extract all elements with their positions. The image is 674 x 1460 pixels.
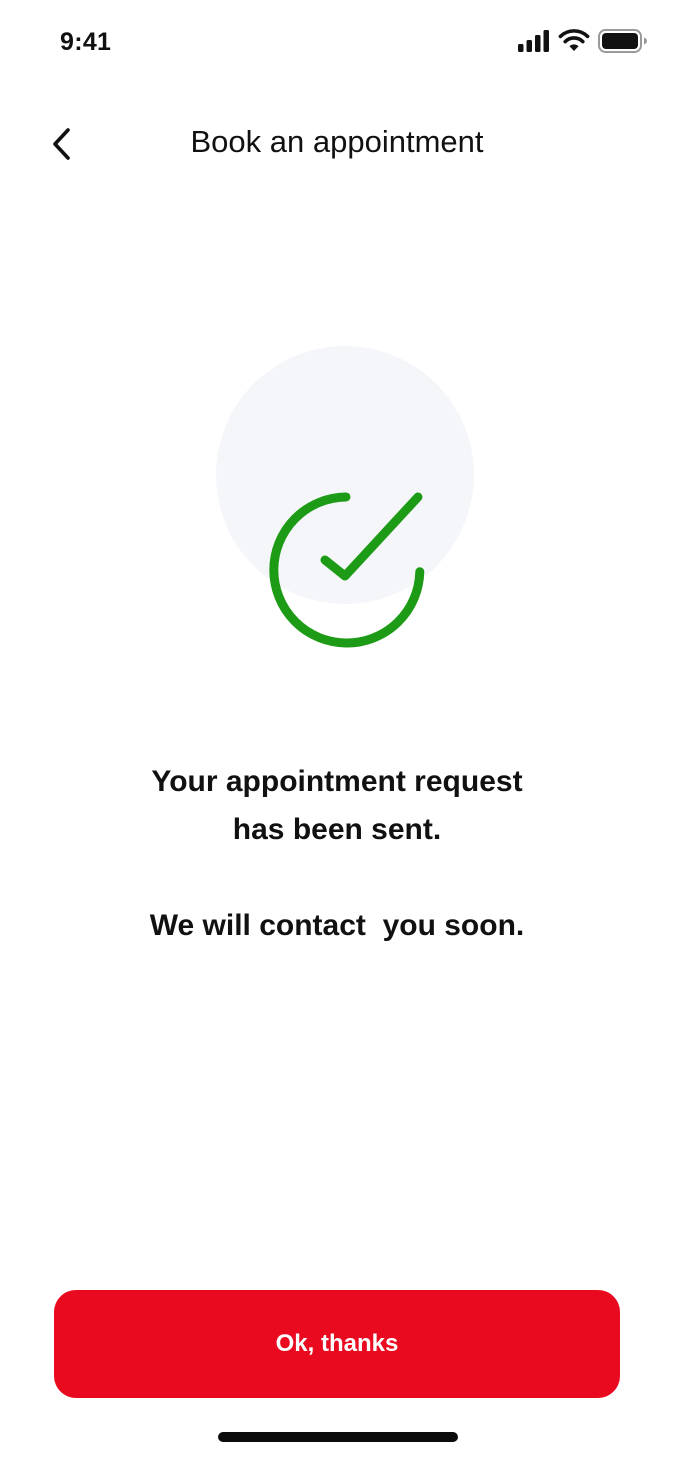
nav-bar: Book an appointment: [0, 100, 674, 190]
confirmation-message: Your appointment request has been sent. …: [40, 758, 634, 950]
home-indicator: [218, 1432, 458, 1442]
status-icons: [518, 28, 648, 58]
page-title: Book an appointment: [190, 124, 484, 159]
wifi-icon: [558, 29, 590, 57]
success-illustration: [196, 330, 496, 670]
cellular-signal-icon: [518, 29, 550, 57]
confirmation-line-1: Your appointment request: [151, 765, 523, 798]
success-check-icon: [216, 346, 474, 648]
ok-thanks-button[interactable]: Ok, thanks: [54, 1290, 620, 1398]
battery-icon: [598, 28, 648, 58]
confirmation-line-2: has been sent.: [232, 813, 442, 846]
status-time: 9:41: [60, 28, 112, 56]
status-bar: 9:41: [0, 0, 674, 88]
confirmation-line-3: We will contact you soon.: [149, 909, 525, 942]
